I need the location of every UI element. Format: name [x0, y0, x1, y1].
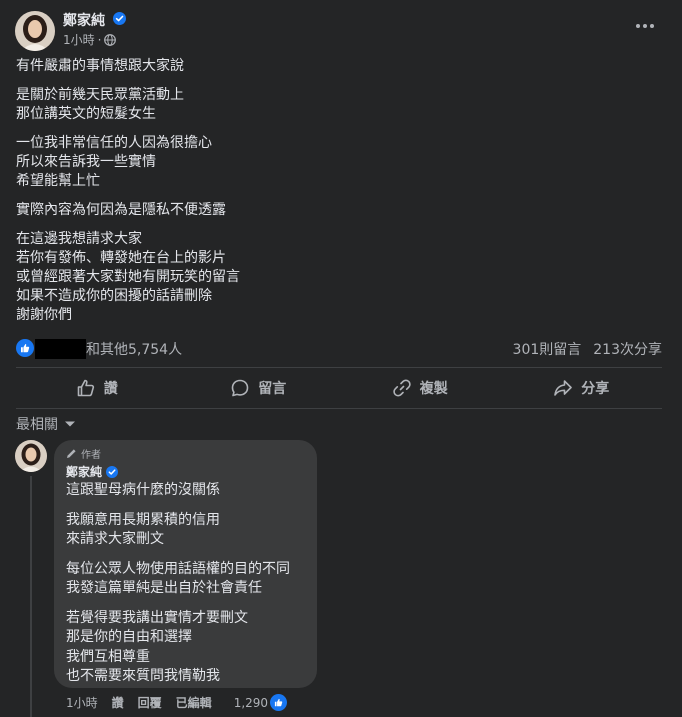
- share-label: 分享: [581, 381, 610, 397]
- post-paragraph: 一位我非常信任的人因為很擔心 所以來告訴我一些實情 希望能幫上忙: [16, 135, 212, 189]
- thumbs-up-icon: [21, 344, 30, 353]
- globe-icon: [104, 33, 117, 46]
- post-paragraph: 是關於前幾天民眾黨活動上 那位講英文的短髮女生: [16, 87, 184, 122]
- more-options-button[interactable]: [633, 16, 657, 36]
- like-reaction-icon[interactable]: [16, 339, 34, 357]
- share-arrow-icon: [554, 380, 573, 396]
- reactor-count[interactable]: 和其他5,754人: [86, 339, 182, 359]
- comment-reply-button[interactable]: 回覆: [138, 694, 162, 711]
- engagement-counts: 301則留言 213次分享: [513, 339, 662, 359]
- post-meta: 1小時 ·: [63, 31, 117, 48]
- copy-label: 複製: [419, 381, 448, 397]
- author-name[interactable]: 鄭家純: [63, 10, 105, 30]
- reactions-summary: 和其他5,754人 301則留言 213次分享: [16, 337, 662, 361]
- post-time[interactable]: 1小時: [63, 31, 95, 48]
- comments-count[interactable]: 301則留言: [513, 339, 582, 359]
- comment-thread-line: [30, 476, 32, 717]
- comment-label: 留言: [258, 381, 287, 397]
- shares-count[interactable]: 213次分享: [593, 339, 662, 359]
- comment-paragraph: 我願意用長期累積的信用 來請求大家刪文: [66, 511, 220, 548]
- comment-reactions[interactable]: 1,290: [233, 694, 288, 711]
- link-icon: [393, 379, 411, 397]
- post-paragraph: 在這邊我想請求大家 若你有發佈、轉發她在台上的影片 或曾經跟著大家對她有開玩笑的…: [16, 231, 240, 323]
- author-tag-label: 作者: [81, 449, 101, 461]
- author-tag: 作者: [66, 446, 305, 461]
- comment-footer: 1小時 讚 回覆 已編輯 1,290: [66, 694, 288, 711]
- comment-body: 這跟聖母病什麼的沒關係 我願意用長期累積的信用 來請求大家刪文 每位公眾人物使用…: [66, 481, 305, 687]
- share-button[interactable]: 分享: [501, 371, 663, 405]
- comment-paragraph: 這跟聖母病什麼的沒關係: [66, 482, 220, 498]
- more-dots-icon: [636, 24, 654, 28]
- comment-paragraph: 每位公眾人物使用話語權的目的不同 我發這篇單純是出自於社會責任: [66, 560, 290, 597]
- post-body: 有件嚴肅的事情想跟大家說 是關於前幾天民眾黨活動上 那位講英文的短髮女生 一位我…: [16, 57, 656, 335]
- divider: [16, 408, 662, 409]
- comment-paragraph: 若覺得要我講出實情才要刪文 那是你的自由和選擇 我們互相尊重 也不需要來質問我情…: [66, 609, 248, 685]
- action-bar: 讚 留言 複製 分享: [16, 371, 662, 405]
- comment-reaction-count: 1,290: [233, 695, 269, 710]
- verified-badge-icon: [113, 12, 126, 25]
- like-reaction-icon: [270, 694, 288, 711]
- pencil-icon: [67, 448, 76, 458]
- edited-label[interactable]: 已編輯: [176, 694, 212, 711]
- author-avatar[interactable]: [15, 11, 55, 51]
- comment-time[interactable]: 1小時: [66, 694, 98, 711]
- divider: [16, 367, 662, 368]
- post-paragraph: 有件嚴肅的事情想跟大家說: [16, 58, 184, 74]
- comment-bubble: 作者 鄭家純 這跟聖母病什麼的沒關係 我願意用長期累積的信用 來請求大家刪文 每…: [54, 440, 317, 688]
- comment-author-name[interactable]: 鄭家純: [66, 463, 102, 480]
- caret-down-icon: [65, 421, 75, 427]
- copy-button[interactable]: 複製: [339, 371, 501, 405]
- redacted-name: [35, 339, 86, 359]
- thumbs-up-icon: [274, 698, 283, 707]
- commenter-avatar[interactable]: [15, 440, 47, 472]
- comment-like-button[interactable]: 讚: [112, 694, 124, 711]
- verified-badge-icon: [106, 465, 119, 478]
- sort-label: 最相關: [16, 417, 58, 433]
- comment-author: 鄭家純: [66, 463, 305, 480]
- speech-bubble-icon: [231, 379, 249, 397]
- thumbs-up-outline-icon: [77, 379, 94, 397]
- comment-sort-dropdown[interactable]: 最相關: [16, 414, 76, 434]
- like-label: 讚: [103, 381, 118, 397]
- meta-separator: ·: [97, 32, 102, 47]
- post-paragraph: 實際內容為何因為是隱私不便透露: [16, 202, 226, 218]
- comment-button[interactable]: 留言: [178, 371, 340, 405]
- like-button[interactable]: 讚: [16, 371, 178, 405]
